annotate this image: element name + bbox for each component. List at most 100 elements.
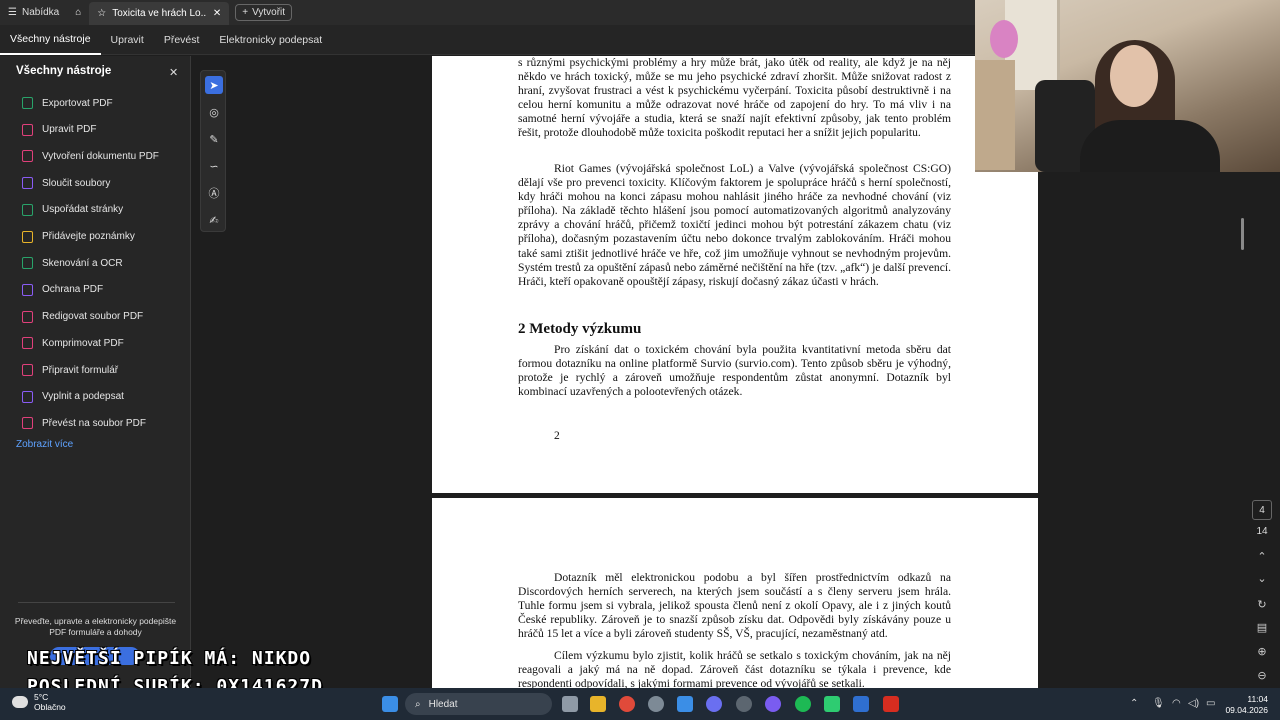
clock-time: 11:04	[1247, 694, 1268, 704]
tool-item[interactable]: Uspořádat stránky	[22, 200, 123, 220]
word-icon[interactable]	[853, 696, 869, 712]
redact-pdf-icon	[22, 310, 33, 323]
shelf-bg	[975, 60, 1015, 170]
paragraph: s různými psychickými problémy a hry můž…	[518, 56, 951, 140]
clock[interactable]: 11:04 09.04.2026	[1222, 694, 1268, 716]
title-bar: ☰ Nabídka ⌂ ☆ Toxicita ve hrách Lo... ✕ …	[0, 0, 975, 25]
hamburger-icon: ☰	[8, 7, 17, 18]
show-more-link[interactable]: Zobrazit více	[16, 439, 73, 450]
star-icon[interactable]: ☆	[97, 8, 106, 19]
organize-pages-icon	[22, 203, 33, 216]
zoom-in-icon[interactable]: ⊕	[1254, 645, 1270, 661]
page-fit-icon[interactable]: ▤	[1254, 621, 1270, 637]
nav-all-tools[interactable]: Všechny nástroje	[0, 25, 101, 55]
total-pages: 14	[1256, 526, 1268, 537]
home-icon[interactable]: ⌂	[67, 0, 89, 25]
tool-item[interactable]: Vyplnit a podepsat	[22, 387, 124, 407]
document-tab[interactable]: ☆ Toxicita ve hrách Lo... ✕	[89, 2, 230, 25]
prepare-form-icon	[22, 364, 33, 376]
quick-tools-bar: ➤ ◎ ✎ ∽ Ⓐ ✍	[200, 70, 226, 232]
section-heading: 2 Metody výzkumu	[518, 321, 642, 337]
close-tab-icon[interactable]: ✕	[213, 8, 221, 19]
tools-panel: Všechny nástroje ✕ Exportovat PDF Upravit…	[0, 56, 191, 688]
tool-item[interactable]: Sloučit soubory	[22, 173, 110, 193]
tool-item[interactable]: Exportovat PDF	[22, 93, 113, 113]
menu-button[interactable]: ☰ Nabídka	[0, 0, 67, 25]
webcam-overlay	[975, 0, 1280, 172]
discord-icon[interactable]	[706, 696, 722, 712]
chevron-up-tray-icon[interactable]: ⌃	[1130, 698, 1138, 709]
divider	[18, 602, 175, 603]
paragraph: Dotazník měl elektronickou podobu a byl …	[518, 571, 951, 641]
comment-icon	[22, 230, 33, 243]
tool-item[interactable]: Skenování a OCR	[22, 253, 123, 273]
tool-item-label: Uspořádat stránky	[42, 204, 124, 216]
text-select-icon[interactable]: Ⓐ	[205, 184, 223, 202]
tool-item[interactable]: Redigovat soubor PDF	[22, 307, 143, 327]
tool-item-label: Převést na soubor PDF	[42, 417, 146, 429]
tool-item[interactable]: Přidávejte poznámky	[22, 227, 135, 247]
zoom-out-icon[interactable]: ⊖	[1254, 669, 1270, 685]
tool-item[interactable]: Ochrana PDF	[22, 280, 103, 300]
refresh-icon[interactable]: ↻	[1254, 598, 1270, 614]
microphone-icon[interactable]: 🎙︎	[1152, 698, 1165, 709]
tool-item[interactable]: Připravit formulář	[22, 360, 118, 380]
document-page-2[interactable]: Dotazník měl elektronickou podobu a byl …	[432, 498, 1038, 688]
cloud-icon	[12, 696, 28, 708]
tool-item[interactable]: Vytvoření dokumentu PDF	[22, 146, 159, 166]
spotify-icon[interactable]	[795, 696, 811, 712]
promo-text: Převeďte, upravte a elektronicky podepiš…	[14, 616, 177, 637]
steam-icon[interactable]	[736, 696, 752, 712]
draw-freehand-icon[interactable]: ∽	[205, 157, 223, 175]
app-icon[interactable]	[765, 696, 781, 712]
weather-temp: 5°C	[34, 692, 49, 702]
sign-icon[interactable]: ✍	[205, 211, 223, 229]
acrobat-icon[interactable]	[883, 696, 899, 712]
chevron-up-icon[interactable]: ⌃	[1254, 550, 1270, 566]
create-button[interactable]: + Vytvořit	[235, 4, 293, 21]
tool-item[interactable]: Upravit PDF	[22, 120, 96, 140]
highlight-pen-icon[interactable]: ✎	[205, 130, 223, 148]
convert-pdf-icon	[22, 417, 33, 430]
paragraph: Cílem výzkumu bylo zjistit, kolik hráčů …	[518, 649, 951, 688]
search-placeholder: Hledat	[428, 698, 458, 710]
settings-icon[interactable]	[648, 696, 664, 712]
add-comment-icon[interactable]: ◎	[205, 103, 223, 121]
merge-files-icon	[22, 177, 33, 190]
document-page-1[interactable]: s různými psychickými problémy a hry můž…	[432, 56, 1038, 493]
toolbar-nav: Všechny nástroje Upravit Převést Elektro…	[0, 25, 975, 55]
weather-widget[interactable]: 5°C Oblačno	[12, 692, 66, 712]
photos-icon[interactable]	[677, 696, 693, 712]
search-icon: ⌕	[415, 698, 421, 710]
protect-pdf-icon	[22, 283, 33, 296]
stream-overlay-line1: NEJVĚTŠÍ PIPÍK MÁ: NIKDO	[27, 648, 312, 669]
tool-item[interactable]: Komprimovat PDF	[22, 333, 124, 353]
compress-pdf-icon	[22, 337, 33, 350]
select-cursor-icon[interactable]: ➤	[205, 76, 223, 94]
file-explorer-icon[interactable]	[590, 696, 606, 712]
nav-convert[interactable]: Převést	[154, 25, 210, 55]
plus-icon: +	[242, 7, 249, 18]
wifi-icon[interactable]: ◠	[1172, 698, 1181, 709]
tool-item-label: Sloučit soubory	[42, 177, 111, 189]
volume-icon[interactable]: ◁)	[1188, 698, 1199, 709]
taskbar: 5°C Oblačno ⌕ Hledat ⌃ 🎙︎ ◠ ◁) ▭ 11:04 0…	[0, 688, 1280, 720]
nav-e-sign[interactable]: Elektronicky podepsat	[209, 25, 332, 55]
tool-item-label: Ochrana PDF	[42, 284, 104, 296]
close-panel-icon[interactable]: ✕	[169, 66, 178, 79]
capcut-icon[interactable]	[824, 696, 840, 712]
taskbar-search[interactable]: ⌕ Hledat	[405, 693, 552, 715]
paragraph: Riot Games (vývojářská společnost LoL) a…	[518, 162, 951, 288]
battery-icon[interactable]: ▭	[1206, 698, 1215, 709]
task-view-icon[interactable]	[562, 696, 578, 712]
nav-edit[interactable]: Upravit	[101, 25, 154, 55]
chrome-icon[interactable]	[619, 696, 635, 712]
edit-pdf-icon	[22, 123, 33, 136]
tool-item-label: Připravit formulář	[42, 364, 119, 376]
current-page-field[interactable]: 4	[1252, 500, 1272, 520]
chevron-down-icon[interactable]: ⌄	[1254, 572, 1270, 588]
tool-item[interactable]: Převést na soubor PDF	[22, 413, 146, 433]
start-icon[interactable]	[382, 696, 398, 712]
person-face	[1110, 45, 1158, 107]
tool-item-label: Redigovat soubor PDF	[42, 311, 144, 323]
